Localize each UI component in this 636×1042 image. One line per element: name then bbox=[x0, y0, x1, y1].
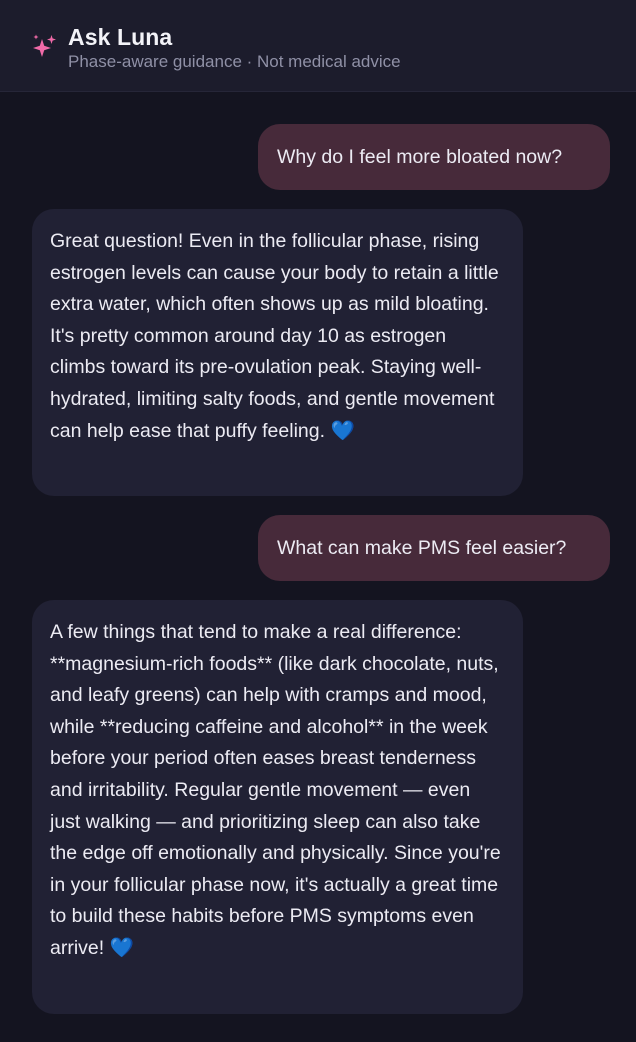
chat-header: Ask Luna Phase-aware guidance · Not medi… bbox=[0, 0, 636, 92]
user-message: Why do I feel more bloated now? bbox=[258, 124, 610, 190]
heart-emoji-icon: 💙 bbox=[330, 419, 355, 442]
chat-title: Ask Luna bbox=[68, 24, 173, 50]
message-text: Great question! Even in the follicular p… bbox=[50, 230, 499, 442]
message-text: What can make PMS feel easier? bbox=[277, 537, 567, 559]
message-text: Why do I feel more bloated now? bbox=[277, 146, 563, 168]
heart-emoji-icon: 💙 bbox=[109, 936, 134, 959]
assistant-message: A few things that tend to make a real di… bbox=[32, 600, 523, 1014]
sparkles-icon bbox=[33, 34, 56, 57]
user-message: What can make PMS feel easier? bbox=[258, 515, 610, 581]
message-text: A few things that tend to make a real di… bbox=[50, 621, 501, 959]
chat-subtitle: Phase-aware guidance · Not medical advic… bbox=[68, 52, 401, 71]
assistant-message: Great question! Even in the follicular p… bbox=[32, 209, 523, 496]
chat-app: Ask Luna Phase-aware guidance · Not medi… bbox=[0, 0, 636, 1042]
